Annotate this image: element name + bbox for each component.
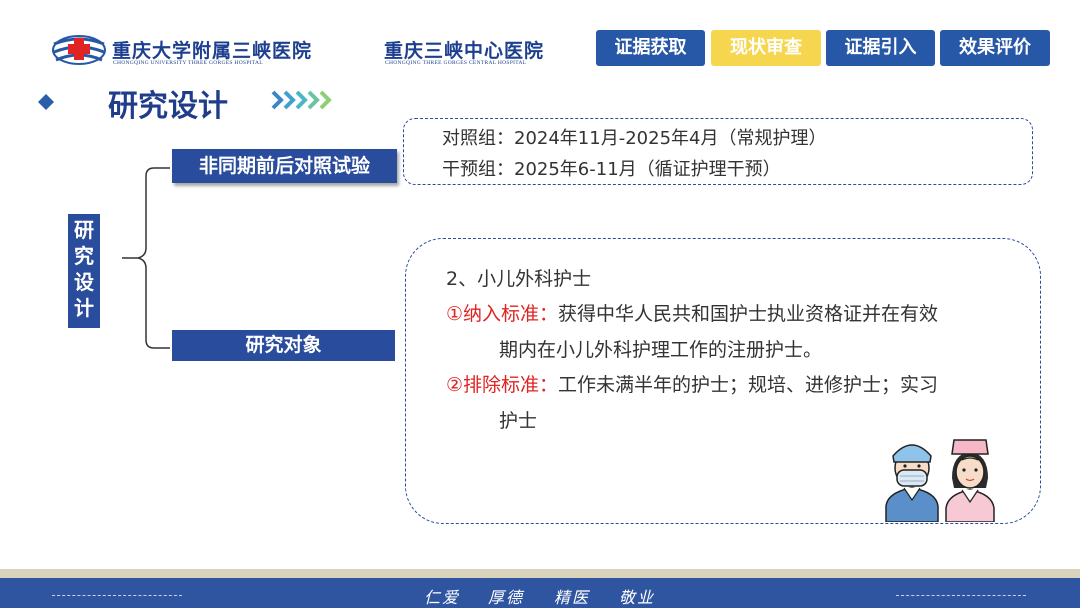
hospital-name-1: 重庆大学附属三峡医院 (112, 40, 313, 62)
inclusion-line-1: ①纳入标准：获得中华人民共和国护士执业资格证并在有效 (446, 299, 938, 326)
root-char-1: 研 (74, 218, 94, 242)
tab-status-review[interactable]: 现状审查 (711, 30, 821, 66)
exclusion-line-1: ②排除标准：工作未满半年的护士；规培、进修护士；实习 (446, 370, 938, 397)
root-label-box: 研 究 设 计 (68, 214, 100, 328)
hospital-name-2-en: CHONGQING THREE GORGES CENTRAL HOSPITAL (385, 60, 527, 66)
root-char-3: 设 (74, 270, 94, 294)
exclusion-text-2: 护士 (499, 410, 538, 432)
inclusion-text-1: 获得中华人民共和国护士执业资格证并在有效 (558, 303, 939, 325)
inclusion-text-2: 期内在小儿外科护理工作的注册护士。 (499, 339, 823, 361)
branch-label-nonconcurrent: 非同期前后对照试验 (172, 149, 397, 183)
tab-evidence-acquisition[interactable]: 证据获取 (596, 30, 705, 66)
nurses-illustration (882, 436, 1002, 523)
intervention-group-line: 干预组：2025年6-11月（循证护理干预） (442, 159, 781, 180)
footer-motto-4: 敬业 (619, 588, 656, 607)
chevrons-icon (271, 89, 341, 111)
exclusion-label: ②排除标准： (446, 374, 559, 396)
footer-motto-3: 精医 (554, 588, 591, 607)
hospital-name-1-en: CHONGQING UNIVERSITY THREE GORGES HOSPIT… (113, 60, 263, 66)
root-char-4: 计 (74, 296, 94, 320)
tab-effect-evaluation[interactable]: 效果评价 (940, 30, 1050, 66)
tree-connector (118, 160, 178, 360)
page-title: 研究设计 (108, 89, 228, 124)
root-char-2: 究 (74, 244, 94, 268)
inclusion-label: ①纳入标准： (446, 303, 559, 325)
footer-right-rule (896, 595, 1026, 596)
control-group-line: 对照组：2024年11月-2025年4月（常规护理） (442, 128, 827, 149)
tab-evidence-introduction[interactable]: 证据引入 (826, 30, 935, 66)
footer-left-rule (52, 595, 182, 596)
footer-motto-1: 仁爱 (424, 588, 461, 607)
hospital-logo (50, 30, 108, 70)
subjects-heading: 2、小儿外科护士 (446, 268, 592, 290)
hospital-name-2: 重庆三峡中心医院 (384, 40, 545, 62)
footer-top-strip (0, 569, 1080, 578)
footer-motto-2: 厚德 (488, 588, 525, 607)
branch-label-subjects: 研究对象 (172, 330, 395, 361)
exclusion-text-1: 工作未满半年的护士；规培、进修护士；实习 (558, 374, 939, 396)
diamond-icon (37, 93, 55, 111)
